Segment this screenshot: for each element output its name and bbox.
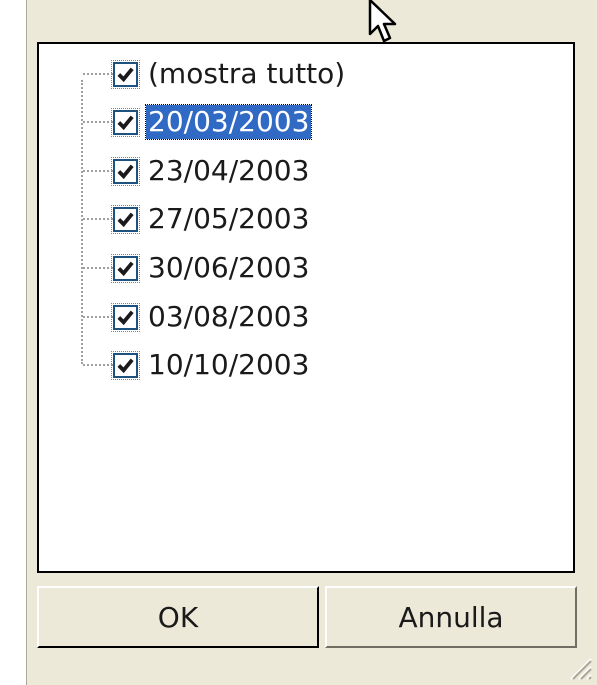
checkbox-date[interactable] [111,302,140,332]
checkmark-icon [117,310,134,325]
list-item-date[interactable]: 20/03/2003 [111,104,313,140]
list-item-label: 03/08/2003 [148,300,310,333]
checkbox-date[interactable] [111,107,140,137]
tree-connector-branch [83,73,113,75]
checkbox-date[interactable] [111,204,140,234]
list-item-label-selected: 20/03/2003 [144,104,313,140]
checkmark-icon [117,164,134,179]
list-item-date[interactable]: 03/08/2003 [111,299,311,335]
list-item-label: (mostra tutto) [148,57,346,90]
checkmark-icon [117,261,134,276]
checkbox-show-all[interactable] [111,59,140,89]
tree-connector-branch [83,121,113,123]
checkmark-icon [117,67,134,82]
list-item-show-all[interactable]: (mostra tutto) [111,56,347,92]
list-item-date[interactable]: 30/06/2003 [111,250,311,286]
checkbox-date[interactable] [111,350,140,380]
tree-connector-branch [83,218,113,220]
cancel-button[interactable]: Annulla [325,586,577,648]
checkbox-date[interactable] [111,156,140,186]
checkbox-date[interactable] [111,253,140,283]
tree-connector-branch [83,316,113,318]
list-item-date[interactable]: 27/05/2003 [111,201,311,237]
resize-grip-icon[interactable] [565,653,593,681]
list-item-label: 27/05/2003 [148,202,310,235]
checkmark-icon [117,115,134,130]
list-item-date[interactable]: 23/04/2003 [111,153,311,189]
list-item-label: 30/06/2003 [148,251,310,284]
tree-connector-branch [83,170,113,172]
checkmark-icon [117,358,134,373]
tree-connector-branch [83,364,113,366]
mouse-pointer-icon [368,0,397,43]
list-item-date[interactable]: 10/10/2003 [111,347,311,383]
list-item-label: 10/10/2003 [148,348,310,381]
ok-button[interactable]: OK [37,586,319,648]
checkmark-icon [117,212,134,227]
list-item-label: 23/04/2003 [148,154,310,187]
tree-connector-branch [83,267,113,269]
